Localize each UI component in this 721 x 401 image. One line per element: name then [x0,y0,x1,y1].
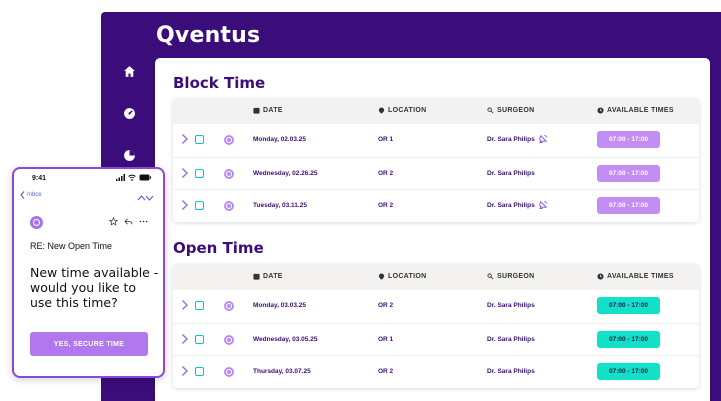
column-location: LOCATION [378,273,426,280]
open-time-title: Open Time [173,239,264,257]
star-icon[interactable] [109,217,118,226]
row-checkbox[interactable] [195,201,204,210]
available-time-pill[interactable]: 07:00 - 17:00 [597,297,660,314]
email-subject: RE: New Open Time [30,241,113,251]
row-surgeon: Dr. Sara Philips [487,335,535,343]
desktop-app-window: Qventus Block Time DATE LOCATION SURGEON… [101,12,721,401]
clock-icon [597,107,604,114]
table-header: DATE LOCATION SURGEON AVAILABLE TIMES [173,264,699,290]
row-date: Tuesday, 03.11.25 [253,202,307,209]
qventus-badge-icon [224,201,234,211]
block-time-title: Block Time [173,74,266,92]
location-pin-icon [378,107,385,114]
row-surgeon: Dr. Sara Philips [487,302,535,309]
row-surgeon: Dr. Sara Philips [487,134,548,143]
row-date: Monday, 03.03.25 [253,302,306,309]
row-date: Monday, 02.03.25 [253,136,306,143]
status-bar-time: 9:41 [32,175,47,182]
location-pin-icon [378,273,385,280]
column-surgeon: SURGEON [487,273,535,280]
qventus-badge-icon [224,168,234,179]
row-checkbox[interactable] [195,301,204,310]
table-row[interactable]: Monday, 03.03.25 OR 2 Dr. Sara Philips 07:0… [173,290,699,323]
row-surgeon: Dr. Sara Philips [487,200,548,209]
mail-actions [109,217,148,226]
open-time-table: DATE LOCATION SURGEON AVAILABLE TIMES Mo… [173,264,699,388]
qventus-badge-icon [224,334,234,345]
home-icon[interactable] [122,64,136,78]
clock-icon [597,273,604,280]
calendar-icon [253,107,260,114]
brand-logo: Qventus [156,23,261,48]
reply-icon[interactable] [124,217,133,226]
battery-icon [139,174,151,181]
column-location: LOCATION [378,107,426,114]
cellular-signal-icon [116,174,125,181]
row-surgeon: Dr. Sara Philips [487,169,535,177]
table-row[interactable]: Wednesday, 03.05.25 OR 1 Dr. Sara Philips 0… [173,322,699,356]
qventus-badge-icon [224,301,234,311]
phone-email-card: 9:41 Inbox RE: New Open Time New time av… [12,167,165,378]
more-options-icon[interactable] [139,217,148,226]
row-location: OR 1 [378,335,394,343]
row-checkbox[interactable] [195,334,204,344]
message-nav-arrows[interactable] [137,189,154,207]
row-location: OR 1 [378,136,394,143]
row-date: Wednesday, 03.05.25 [253,335,318,343]
available-time-pill[interactable]: 07:00 - 17:00 [597,131,660,148]
table-row[interactable]: Monday, 02.03.25 OR 1 Dr. Sara Philips 07:0… [173,124,699,157]
column-surgeon: SURGEON [487,107,535,114]
chevron-right-icon[interactable] [181,199,189,211]
row-checkbox[interactable] [195,168,204,178]
chevron-right-icon[interactable] [181,133,189,145]
secure-time-button[interactable]: YES, SECURE TIME [30,332,148,356]
status-bar-icons [116,174,151,181]
row-location: OR 2 [378,169,394,177]
column-date: DATE [253,107,283,114]
row-checkbox[interactable] [195,367,204,376]
satellite-dish-icon [538,134,547,143]
chevron-right-icon[interactable] [181,299,189,311]
row-checkbox[interactable] [195,135,204,144]
satellite-dish-icon [538,200,547,209]
qventus-badge-icon [224,367,234,377]
chevron-up-down-icon [137,195,154,201]
table-row[interactable]: Thursday, 03.07.25 OR 2 Dr. Sara Philips 07… [173,355,699,388]
table-row[interactable]: Tuesday, 03.11.25 OR 2 Dr. Sara Philips 07:… [173,189,699,222]
dashboard-gauge-icon[interactable] [122,106,136,120]
pie-chart-icon[interactable] [122,148,136,162]
surgeon-icon [487,107,494,114]
row-date: Wednesday, 02.26.25 [253,169,318,177]
available-time-pill[interactable]: 07:00 - 17:00 [597,363,660,380]
row-location: OR 2 [378,302,394,309]
surgeon-icon [487,273,494,280]
chevron-left-icon [20,191,25,199]
column-date: DATE [253,273,283,280]
chevron-right-icon[interactable] [181,167,189,179]
chevron-right-icon[interactable] [181,333,189,345]
back-to-inbox-link[interactable]: Inbox [20,191,42,199]
row-location: OR 2 [378,368,394,375]
block-time-table: DATE LOCATION SURGEON AVAILABLE TIMES Mo… [173,98,699,222]
available-time-pill[interactable]: 07:00 - 17:00 [597,164,660,182]
qventus-badge-icon [224,135,234,145]
column-available-times: AVAILABLE TIMES [597,273,674,280]
wifi-icon [128,174,136,181]
available-time-pill[interactable]: 07:00 - 17:00 [597,197,660,214]
email-headline: New time available - would you like to u… [30,265,159,310]
table-row[interactable]: Wednesday, 02.26.25 OR 2 Dr. Sara Philips 0… [173,156,699,190]
chevron-right-icon[interactable] [181,365,189,377]
row-location: OR 2 [378,202,394,209]
sender-avatar [30,216,43,229]
main-panel: Block Time DATE LOCATION SURGEON AVAILAB… [155,58,710,401]
column-available-times: AVAILABLE TIMES [597,107,674,114]
available-time-pill[interactable]: 07:00 - 17:00 [597,330,660,348]
row-date: Thursday, 03.07.25 [253,368,311,375]
table-header: DATE LOCATION SURGEON AVAILABLE TIMES [173,98,699,124]
calendar-icon [253,273,260,280]
row-surgeon: Dr. Sara Philips [487,368,535,375]
